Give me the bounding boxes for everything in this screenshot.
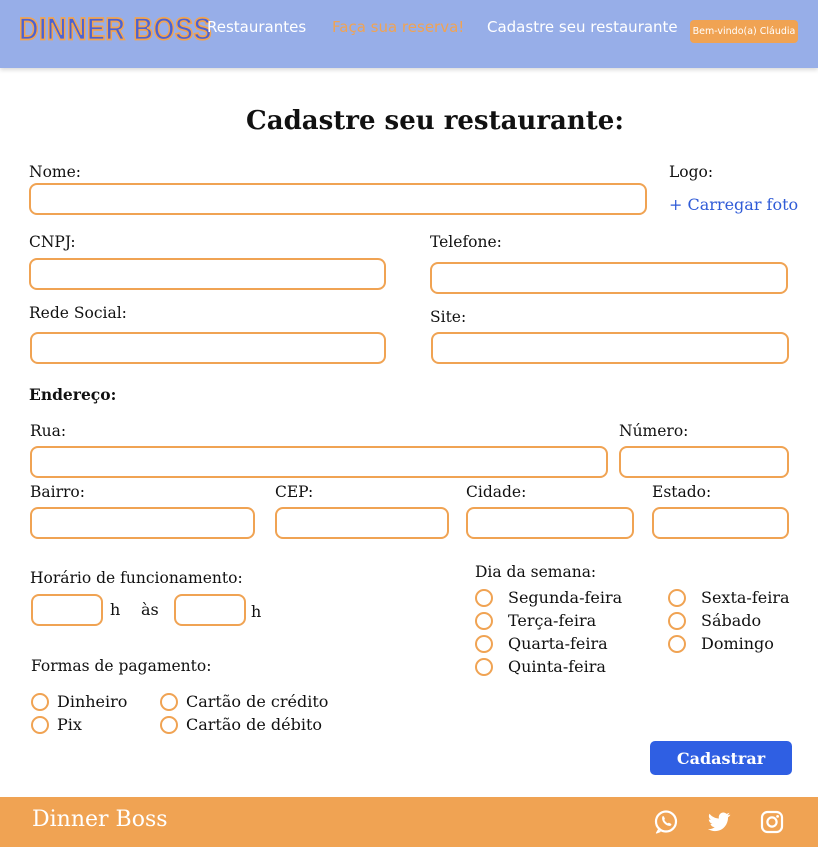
- site-label: Site:: [430, 308, 467, 326]
- radio-button[interactable]: [475, 634, 493, 653]
- payment-option-label: Pix: [57, 715, 82, 734]
- radio-button[interactable]: [31, 692, 49, 711]
- cnpj-label: CNPJ:: [29, 233, 76, 251]
- social-network-label: Rede Social:: [29, 304, 127, 322]
- payment-option-debit-card[interactable]: Cartão de débito: [160, 715, 322, 734]
- opening-hours-label: Horário de funcionamento:: [30, 569, 243, 587]
- whatsapp-icon[interactable]: [653, 809, 679, 835]
- state-input[interactable]: [652, 507, 789, 539]
- closing-time-input[interactable]: [174, 594, 246, 626]
- weekday-option-quarta[interactable]: Quarta-feira: [475, 634, 608, 653]
- page-title: Cadastre seu restaurante:: [246, 106, 624, 136]
- nav-restaurants-link[interactable]: Restaurantes: [207, 18, 306, 36]
- radio-button[interactable]: [31, 715, 49, 734]
- radio-button[interactable]: [668, 588, 686, 607]
- hours-unit-end: h: [251, 602, 262, 621]
- city-input[interactable]: [466, 507, 634, 539]
- upload-photo-link[interactable]: + Carregar foto: [669, 195, 798, 214]
- top-navbar: DINNER BOSS Restaurantes Faça sua reserv…: [0, 0, 818, 68]
- cep-label: CEP:: [275, 483, 314, 501]
- weekday-option-label: Quinta-feira: [508, 657, 606, 676]
- radio-button[interactable]: [475, 657, 493, 676]
- name-label: Nome:: [29, 163, 81, 181]
- nav-register-link[interactable]: Cadastre seu restaurante: [487, 18, 678, 36]
- cnpj-input[interactable]: [29, 258, 386, 290]
- radio-button[interactable]: [668, 634, 686, 653]
- twitter-icon[interactable]: [706, 809, 732, 835]
- weekday-option-label: Sábado: [701, 611, 762, 630]
- number-label: Número:: [619, 422, 689, 440]
- site-input[interactable]: [431, 332, 789, 364]
- radio-button[interactable]: [160, 692, 178, 711]
- payment-option-label: Cartão de débito: [186, 715, 323, 734]
- weekday-option-sexta[interactable]: Sexta-feira: [668, 588, 790, 607]
- state-label: Estado:: [652, 483, 712, 501]
- number-input[interactable]: [619, 446, 789, 478]
- payment-option-label: Cartão de crédito: [186, 692, 329, 711]
- hours-separator: às: [141, 600, 159, 619]
- hours-unit-start: h: [110, 600, 121, 619]
- opening-time-input[interactable]: [31, 594, 103, 626]
- phone-input[interactable]: [430, 262, 788, 294]
- district-input[interactable]: [30, 507, 255, 539]
- address-heading: Endereço:: [29, 385, 117, 404]
- nav-reservation-link[interactable]: Faça sua reserva!: [332, 18, 464, 36]
- weekday-option-sabado[interactable]: Sábado: [668, 611, 761, 630]
- footer: Dinner Boss: [0, 797, 818, 847]
- radio-button[interactable]: [475, 588, 493, 607]
- phone-label: Telefone:: [430, 233, 502, 251]
- radio-button[interactable]: [668, 611, 686, 630]
- street-input[interactable]: [30, 446, 608, 478]
- social-network-input[interactable]: [30, 332, 386, 364]
- street-label: Rua:: [30, 422, 67, 440]
- weekday-option-label: Segunda-feira: [508, 588, 623, 607]
- district-label: Bairro:: [30, 483, 85, 501]
- payment-methods-label: Formas de pagamento:: [31, 657, 212, 675]
- register-submit-button[interactable]: Cadastrar: [650, 741, 792, 775]
- weekday-option-quinta[interactable]: Quinta-feira: [475, 657, 606, 676]
- payment-option-cash[interactable]: Dinheiro: [31, 692, 127, 711]
- weekday-option-label: Sexta-feira: [701, 588, 790, 607]
- weekday-option-label: Domingo: [701, 634, 774, 653]
- weekday-label: Dia da semana:: [475, 563, 597, 581]
- payment-option-credit-card[interactable]: Cartão de crédito: [160, 692, 328, 711]
- user-welcome-badge[interactable]: Bem-vindo(a) Cláudia: [690, 20, 798, 43]
- weekday-option-segunda[interactable]: Segunda-feira: [475, 588, 622, 607]
- name-input[interactable]: [29, 183, 647, 215]
- weekday-option-label: Quarta-feira: [508, 634, 608, 653]
- radio-button[interactable]: [475, 611, 493, 630]
- city-label: Cidade:: [466, 483, 527, 501]
- weekday-option-label: Terça-feira: [508, 611, 597, 630]
- payment-option-pix[interactable]: Pix: [31, 715, 82, 734]
- cep-input[interactable]: [275, 507, 449, 539]
- payment-option-label: Dinheiro: [57, 692, 128, 711]
- instagram-icon[interactable]: [759, 809, 785, 835]
- footer-brand: Dinner Boss: [32, 807, 168, 832]
- weekday-option-terca[interactable]: Terça-feira: [475, 611, 596, 630]
- logo-label: Logo:: [669, 163, 714, 181]
- brand-logo[interactable]: DINNER BOSS: [18, 11, 212, 48]
- radio-button[interactable]: [160, 715, 178, 734]
- weekday-option-domingo[interactable]: Domingo: [668, 634, 774, 653]
